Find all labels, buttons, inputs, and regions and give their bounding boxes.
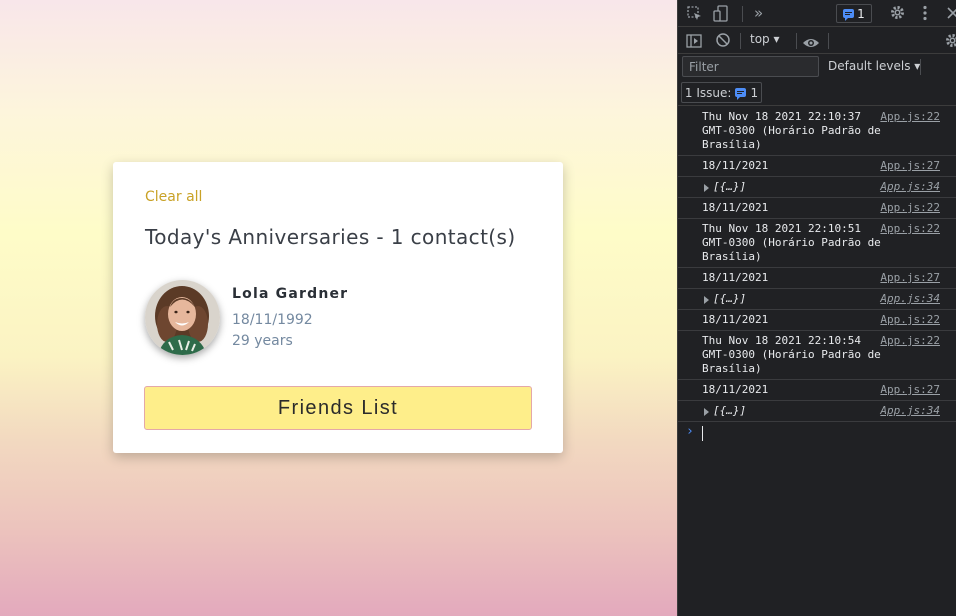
- console-toolbar: top ▾: [678, 27, 956, 54]
- contact-age: 29 years: [232, 333, 293, 349]
- log-text: Thu Nov 18 2021 22:10:51 GMT-0300 (Horár…: [702, 222, 888, 263]
- more-options-icon[interactable]: [922, 5, 928, 25]
- live-expression-eye-icon[interactable]: [802, 34, 820, 53]
- settings-gear-icon[interactable]: [889, 4, 906, 25]
- log-source-link[interactable]: App.js:22: [880, 334, 940, 348]
- text-caret: [702, 426, 703, 441]
- console-message[interactable]: 18/11/2021 App.js:27: [678, 380, 956, 401]
- expand-triangle-icon[interactable]: [704, 296, 709, 304]
- console-message[interactable]: Thu Nov 18 2021 22:10:37 GMT-0300 (Horár…: [678, 107, 956, 156]
- log-text: 18/11/2021: [702, 159, 769, 172]
- log-source-link[interactable]: App.js:34: [880, 180, 940, 194]
- console-message[interactable]: 18/11/2021 App.js:27: [678, 156, 956, 177]
- log-source-link[interactable]: App.js:22: [880, 201, 940, 215]
- log-text: 18/11/2021: [702, 383, 769, 396]
- devtools-toolbar: » 1: [678, 0, 956, 27]
- toolbar-separator: [796, 33, 797, 49]
- devtools-panel: » 1 top ▾ Filter Default levels ▾ 1 Issu…: [677, 0, 956, 616]
- log-source-link[interactable]: App.js:27: [880, 159, 940, 173]
- console-message[interactable]: 18/11/2021 App.js:22: [678, 310, 956, 331]
- log-source-link[interactable]: App.js:34: [880, 404, 940, 418]
- log-source-link[interactable]: App.js:22: [880, 313, 940, 327]
- toolbar-separator: [828, 33, 829, 49]
- console-message[interactable]: 18/11/2021 App.js:22: [678, 198, 956, 219]
- log-source-link[interactable]: App.js:27: [880, 271, 940, 285]
- filter-bar: Default levels ▾: [678, 54, 956, 80]
- card-title: Today's Anniversaries - 1 contact(s): [145, 225, 516, 249]
- contact-birthdate: 18/11/1992: [232, 312, 313, 328]
- log-text: 18/11/2021: [702, 271, 769, 284]
- inspect-element-icon[interactable]: [687, 6, 702, 25]
- console-message[interactable]: Thu Nov 18 2021 22:10:54 GMT-0300 (Horár…: [678, 331, 956, 380]
- console-prompt[interactable]: ›: [678, 422, 956, 444]
- log-levels-dropdown[interactable]: Default levels ▾: [828, 59, 920, 73]
- log-source-link[interactable]: App.js:22: [880, 222, 940, 236]
- messages-badge[interactable]: 1: [836, 4, 872, 23]
- toolbar-separator: [742, 6, 743, 22]
- anniversary-card: Clear all Today's Anniversaries - 1 cont…: [113, 162, 563, 453]
- console-settings-gear-icon[interactable]: [944, 32, 956, 53]
- message-icon: [843, 9, 855, 21]
- console-message[interactable]: [{…}] App.js:34: [678, 401, 956, 422]
- log-text: [{…}]: [713, 292, 747, 305]
- clear-console-icon[interactable]: [715, 32, 731, 52]
- log-text: Thu Nov 18 2021 22:10:54 GMT-0300 (Horár…: [702, 334, 888, 375]
- contact-avatar: [145, 280, 220, 355]
- log-levels-label: Default levels: [828, 59, 911, 73]
- log-text: [{…}]: [713, 180, 747, 193]
- context-value: top: [750, 32, 770, 46]
- expand-triangle-icon[interactable]: [704, 184, 709, 192]
- filter-input[interactable]: [682, 56, 819, 77]
- toolbar-separator: [920, 59, 921, 75]
- more-tabs-icon[interactable]: »: [754, 4, 763, 22]
- log-text: Thu Nov 18 2021 22:10:37 GMT-0300 (Horár…: [702, 110, 888, 151]
- friends-list-button[interactable]: Friends List: [144, 386, 532, 430]
- issue-message-icon: [735, 88, 747, 100]
- device-toolbar-icon[interactable]: [713, 5, 729, 26]
- issues-button[interactable]: 1 Issue: 1: [681, 82, 762, 103]
- log-text: 18/11/2021: [702, 201, 769, 214]
- app-page: Clear all Today's Anniversaries - 1 cont…: [0, 0, 677, 616]
- console-log-list: Thu Nov 18 2021 22:10:37 GMT-0300 (Horár…: [678, 107, 956, 444]
- console-message[interactable]: 18/11/2021 App.js:27: [678, 268, 956, 289]
- contact-name: Lola Gardner: [232, 286, 349, 302]
- log-source-link[interactable]: App.js:22: [880, 110, 940, 124]
- sidebar-toggle-icon[interactable]: [686, 33, 702, 52]
- log-text: [{…}]: [713, 404, 747, 417]
- prompt-chevron-icon: ›: [686, 424, 694, 439]
- issues-bar: 1 Issue: 1: [678, 80, 956, 106]
- clear-all-link[interactable]: Clear all: [145, 189, 202, 205]
- issues-count: 1: [750, 85, 759, 100]
- expand-triangle-icon[interactable]: [704, 408, 709, 416]
- messages-count: 1: [857, 6, 865, 21]
- log-source-link[interactable]: App.js:34: [880, 292, 940, 306]
- console-message[interactable]: Thu Nov 18 2021 22:10:51 GMT-0300 (Horár…: [678, 219, 956, 268]
- context-select[interactable]: top ▾: [750, 32, 780, 46]
- issues-label: 1 Issue:: [684, 85, 732, 100]
- console-message[interactable]: [{…}] App.js:34: [678, 289, 956, 310]
- close-icon[interactable]: [946, 5, 956, 24]
- log-source-link[interactable]: App.js:27: [880, 383, 940, 397]
- toolbar-separator: [740, 33, 741, 49]
- log-text: 18/11/2021: [702, 313, 769, 326]
- console-message[interactable]: [{…}] App.js:34: [678, 177, 956, 198]
